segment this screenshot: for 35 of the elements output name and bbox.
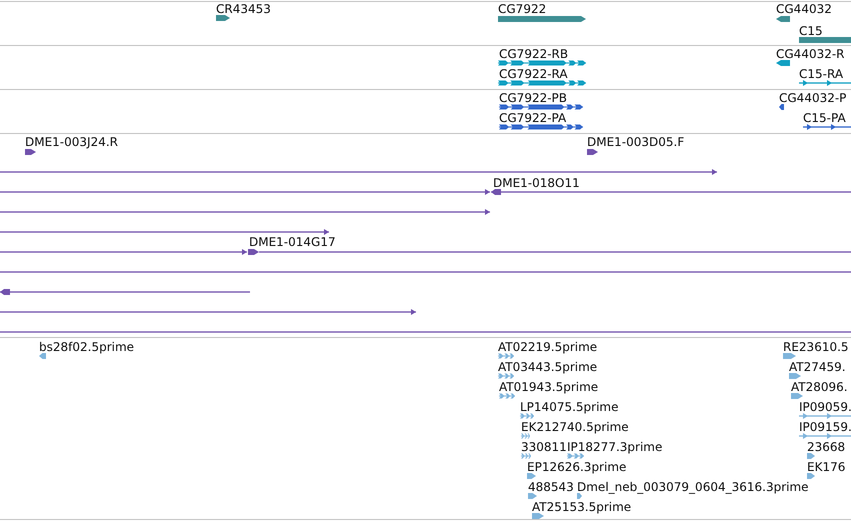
feature-label: 23668 (807, 440, 846, 454)
feature-label: AT27459. (789, 360, 846, 374)
feature-label: LP14075.5prime (520, 400, 619, 414)
feature-label: AT01943.5prime (499, 380, 598, 394)
feature-label: AT02219.5prime (498, 340, 598, 354)
feature-label: IP09159. (799, 420, 851, 434)
feature-label: AT03443.5prime (498, 360, 598, 374)
feature-label: IP18277.3prime (567, 440, 662, 454)
feature-label: DME1-014G17 (249, 235, 336, 249)
feature-label: C15-RA (799, 67, 844, 81)
feature-label: CG7922-RA (499, 67, 568, 81)
feature-label: DME1-018O11 (493, 176, 580, 190)
feature-label: CG7922 (498, 2, 546, 16)
feature-label: C15-PA (803, 111, 846, 125)
feature-label: bs28f02.5prime (39, 340, 134, 354)
feature-label: CG7922-PA (499, 111, 566, 125)
feature-label: DME1-003D05.F (587, 135, 684, 149)
feature-label: IP09059. (799, 400, 851, 414)
feature-label: DME1-003J24.R (25, 135, 118, 149)
feature-label: AT28096. (791, 380, 848, 394)
feature-label: EK212740.5prime (521, 420, 629, 434)
feature-label: CG7922-PB (499, 91, 568, 105)
feature-label: Dmel_neb_003079_0604_3616.3prime (577, 480, 809, 494)
feature-label: CR43453 (216, 2, 271, 16)
feature-label: EK176 (807, 460, 846, 474)
feature-label: CG44032-P (779, 91, 846, 105)
feature-label: 330811 (521, 440, 567, 454)
feature-label: 488543 (528, 480, 574, 494)
feature-label: CG44032-R (776, 47, 845, 61)
feature-label: RE23610.5 (783, 340, 849, 354)
feature-label: CG44032 (776, 2, 832, 16)
feature-label: AT25153.5prime (532, 500, 632, 514)
feature-label: EP12626.3prime (527, 460, 626, 474)
feature-label: CG7922-RB (499, 47, 568, 61)
feature-label: C15 (799, 24, 823, 38)
